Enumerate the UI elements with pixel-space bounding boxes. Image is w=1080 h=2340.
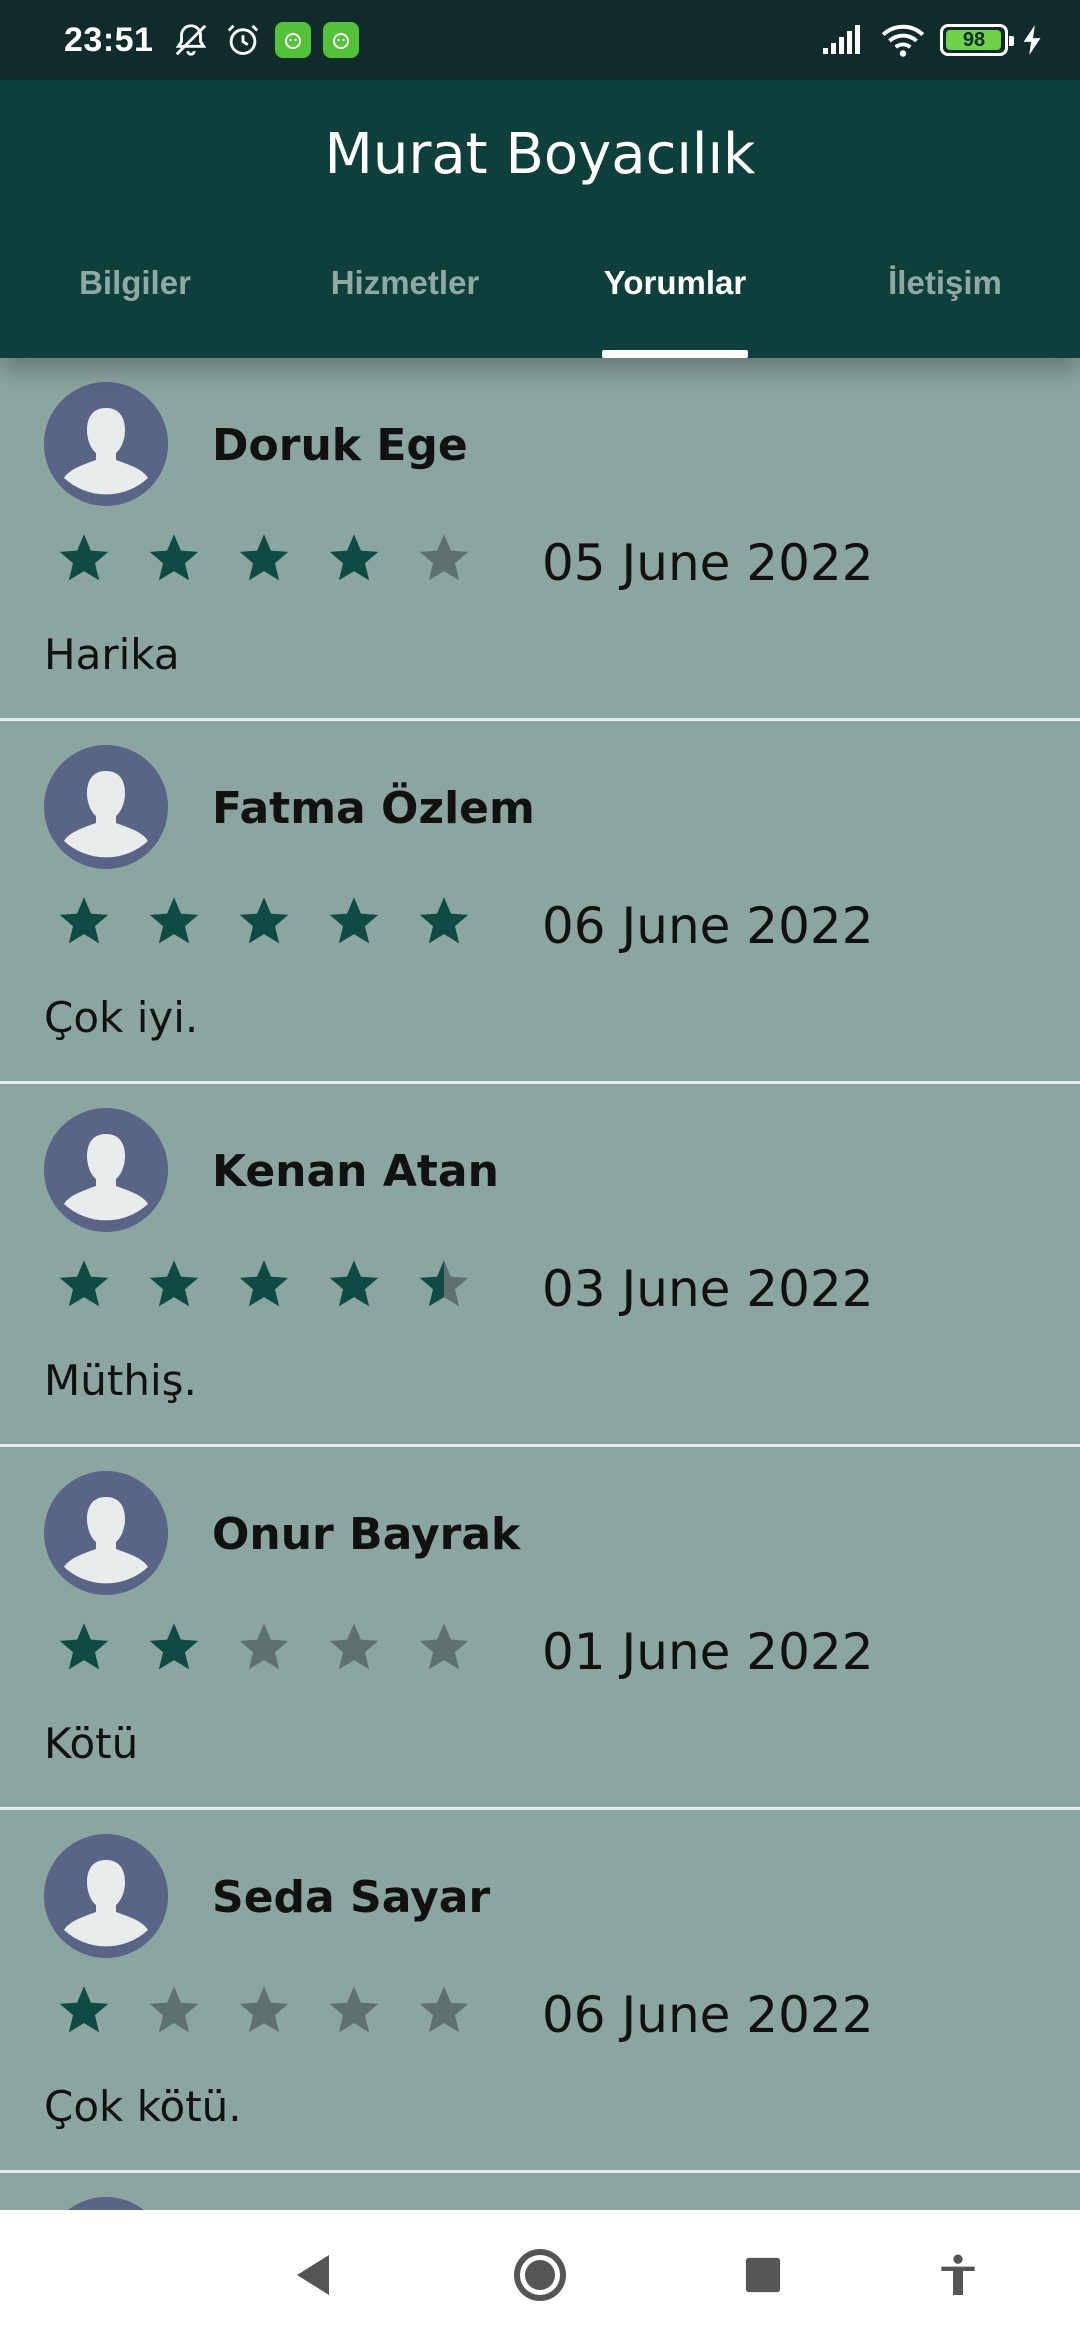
star-icon: [236, 530, 292, 586]
recents-icon[interactable]: [733, 2245, 793, 2305]
star-rating: [56, 1619, 472, 1675]
review-item: Seda Sayar 06 June 2022 Çok kötü.: [0, 1810, 1080, 2173]
back-icon[interactable]: [283, 2245, 343, 2305]
tab-label: Yorumlar: [603, 264, 747, 301]
star-icon: [416, 530, 472, 586]
tab-label: Hizmetler: [330, 264, 480, 301]
review-item: Onur Bayrak 01 June 2022 Kötü: [0, 1447, 1080, 1810]
star-rating: [56, 893, 472, 949]
review-date: 01 June 2022: [542, 1623, 874, 1681]
home-icon[interactable]: [510, 2245, 570, 2305]
star-icon: [146, 1256, 202, 1312]
star-icon: [326, 1982, 382, 2038]
review-item: Kenan Atan 03 June 2022 Müthiş.: [0, 1084, 1080, 1447]
app-header: Murat Boyacılık Bilgiler Hizmetler Yorum…: [0, 80, 1080, 358]
tab-iletisim[interactable]: İletişim: [810, 250, 1080, 358]
star-rating: [56, 1256, 472, 1312]
star-icon: [56, 530, 112, 586]
review-comment: Müthiş.: [44, 1356, 197, 1405]
status-icons-right: 98: [820, 20, 1044, 60]
avatar: [44, 745, 168, 869]
star-icon: [236, 1619, 292, 1675]
tab-yorumlar[interactable]: Yorumlar: [540, 250, 810, 358]
star-icon: [416, 893, 472, 949]
avatar: [44, 1108, 168, 1232]
star-icon: [56, 1256, 112, 1312]
alarm-icon: [223, 20, 263, 60]
star-icon: [146, 1982, 202, 2038]
review-comment: Çok iyi.: [44, 993, 199, 1042]
star-rating: [56, 530, 472, 586]
star-icon: [416, 1982, 472, 2038]
star-icon: [326, 1256, 382, 1312]
avatar: [44, 2197, 168, 2210]
battery-icon: 98: [940, 24, 1014, 56]
review-date: 05 June 2022: [542, 534, 874, 592]
star-rating: [56, 1982, 472, 2038]
review-item: Doruk Ege 05 June 2022 Harika: [0, 358, 1080, 721]
star-icon: [326, 893, 382, 949]
reviewer-name: Kenan Atan: [212, 1146, 499, 1197]
wifi-icon: [880, 20, 926, 60]
avatar: [44, 1834, 168, 1958]
battery-level: 98: [962, 28, 986, 51]
signal-icon: [820, 20, 866, 60]
status-bar: 23:51 98: [0, 0, 1080, 80]
reviewer-name: Onur Bayrak: [212, 1509, 521, 1560]
charging-icon: [1022, 20, 1044, 60]
review-comment: Çok kötü.: [44, 2082, 242, 2131]
reviewer-name: Fatma Özlem: [212, 783, 535, 834]
review-date: 03 June 2022: [542, 1260, 874, 1318]
status-time: 23:51: [64, 20, 154, 59]
reviewer-name: Seda Sayar: [212, 1872, 491, 1923]
star-icon: [326, 530, 382, 586]
review-comment: Harika: [44, 630, 180, 679]
star-icon: [56, 893, 112, 949]
mute-icon: [171, 20, 211, 60]
star-icon: [236, 893, 292, 949]
navigation-bar: [0, 2210, 1080, 2340]
star-icon: [56, 1982, 112, 2038]
tab-label: Bilgiler: [79, 264, 191, 301]
star-icon: [416, 1619, 472, 1675]
avatar: [44, 1471, 168, 1595]
review-list[interactable]: Doruk Ege 05 June 2022 Harika Fatma Özlem 06…: [0, 358, 1080, 2210]
star-icon: [236, 1256, 292, 1312]
star-icon: [326, 1619, 382, 1675]
star-icon: [236, 1982, 292, 2038]
app-notification-icon: [275, 22, 312, 58]
star-icon: [56, 1619, 112, 1675]
star-icon: [146, 893, 202, 949]
star-icon: [146, 530, 202, 586]
avatar: [44, 382, 168, 506]
tab-label: İletişim: [888, 264, 1002, 301]
page-title: Murat Boyacılık: [324, 122, 756, 187]
tab-bar: Bilgiler Hizmetler Yorumlar İletişim: [0, 250, 1080, 358]
accessibility-icon[interactable]: [928, 2245, 988, 2305]
review-item: [0, 2173, 1080, 2210]
tab-active-indicator: [602, 350, 748, 358]
review-item: Fatma Özlem 06 June 2022 Çok iyi.: [0, 721, 1080, 1084]
review-comment: Kötü: [44, 1719, 139, 1768]
app-notification-icon: [323, 22, 360, 58]
tab-hizmetler[interactable]: Hizmetler: [270, 250, 540, 358]
star-icon: [146, 1619, 202, 1675]
tab-bilgiler[interactable]: Bilgiler: [0, 250, 270, 358]
reviewer-name: Doruk Ege: [212, 420, 468, 471]
status-icons-left: [171, 20, 360, 60]
review-date: 06 June 2022: [542, 1986, 874, 2044]
review-date: 06 June 2022: [542, 897, 874, 955]
star-icon: [416, 1256, 472, 1312]
